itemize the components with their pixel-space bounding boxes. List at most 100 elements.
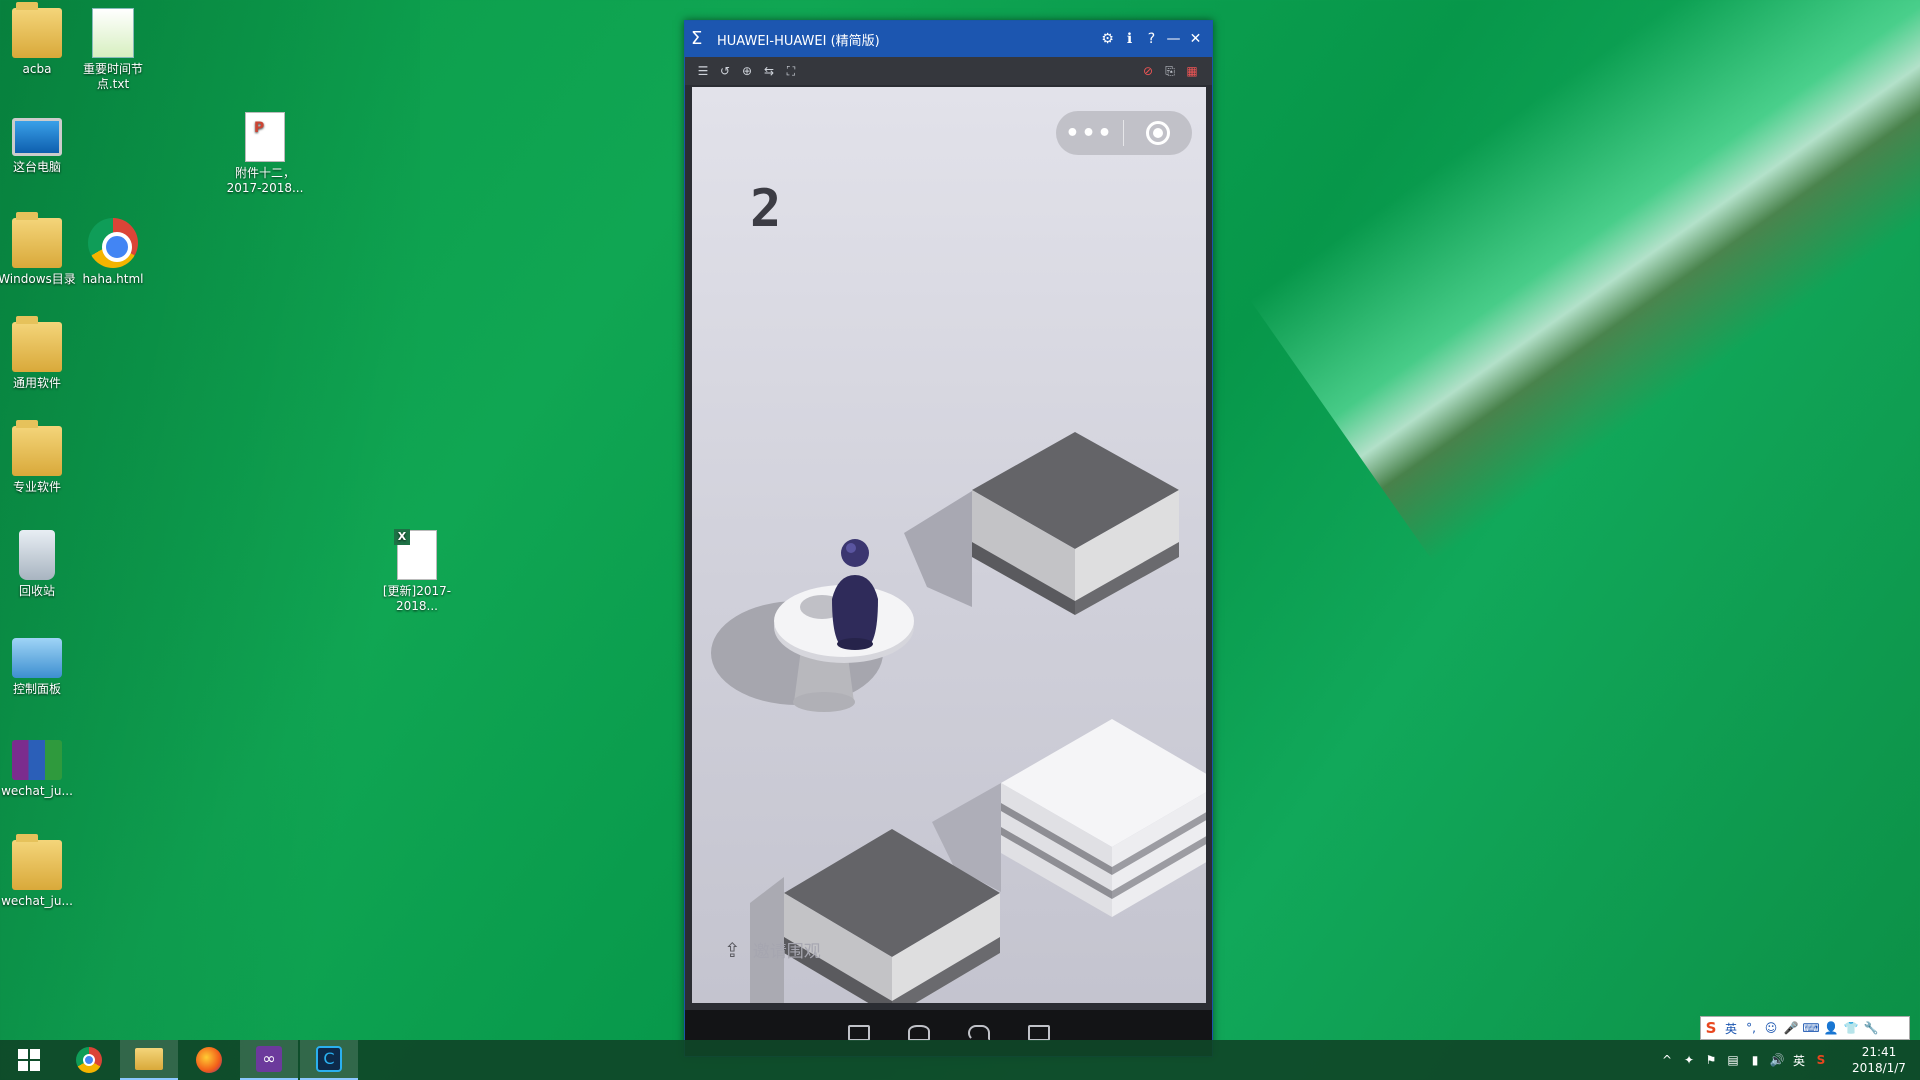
desktop-icon-control-panel[interactable]: 控制面板 [0,638,78,697]
desktop-icon-general-software[interactable]: 通用软件 [0,316,78,391]
emulator-window: Σ HUAWEI-HUAWEI (精简版) ⚙ ℹ ? — ✕ ☰ ↺ ⊕ ⇆ … [684,20,1213,1057]
volume-icon[interactable]: 🔊 [1766,1053,1788,1067]
recycle-bin-icon [19,530,55,580]
game-screen[interactable]: ••• 2 ⇪ 邀请围观 [692,87,1206,1003]
miniprogram-capsule: ••• [1056,111,1192,155]
desktop-icon-label: 重要时间节点.txt [82,62,143,91]
desktop-icon-notes[interactable]: 重要时间节点.txt [72,8,154,92]
desktop-icon-attachment[interactable]: 附件十二，2017-2018... [224,112,306,196]
clock-date: 2018/1/7 [1852,1061,1906,1075]
taskbar-firefox[interactable] [180,1040,238,1080]
platform-box-white [1001,719,1206,917]
control-panel-icon [12,638,62,678]
share-icon: ⇪ [724,937,741,962]
taskbar-emulator[interactable]: C [300,1040,358,1080]
keyboard-icon[interactable]: ⌨ [1801,1021,1821,1035]
spreadsheet-icon [394,529,437,580]
folder-icon [12,420,62,476]
text-file-icon [92,8,134,58]
ime-toolbar: S 英 °, ☺ 🎤 ⌨ 👤 👕 🔧 [1700,1016,1910,1040]
grid-icon[interactable]: ▦ [1182,61,1202,81]
ime-lang-toggle[interactable]: 英 [1721,1020,1741,1037]
desktop-icon-label: 通用软件 [12,376,61,390]
taskbar-file-explorer[interactable] [120,1040,178,1080]
folder-user-icon [12,2,62,58]
back-nav-icon[interactable] [967,1025,990,1041]
desktop-icon-acba[interactable]: acba [0,2,78,77]
zoom-icon[interactable]: ⊕ [737,61,757,81]
emoji-icon[interactable]: ☺ [1761,1021,1781,1035]
wrench-icon[interactable]: 🔧 [1861,1021,1881,1035]
desktop-icon-label: wechat_ju... [1,894,73,908]
flag-icon[interactable]: ⚑ [1700,1053,1722,1067]
sogou-tray-icon[interactable]: S [1810,1053,1832,1067]
emulator-logo-icon: Σ [691,28,703,49]
tray-expand-icon[interactable]: ^ [1656,1053,1678,1067]
rotate-icon[interactable]: ↺ [715,61,735,81]
terminal-icon: C [316,1046,342,1072]
archive-icon [12,740,62,780]
desktop-icon-label: acba [22,62,52,76]
desktop-icon-label: wechat_ju... [1,784,73,798]
more-button[interactable]: ••• [1056,121,1123,146]
record-off-icon[interactable]: ⊘ [1138,61,1158,81]
home-nav-icon[interactable] [907,1025,930,1041]
clock-time: 21:41 [1861,1045,1897,1059]
help-icon[interactable]: ? [1141,29,1162,50]
exit-button[interactable] [1124,121,1191,145]
skin-icon[interactable]: 👕 [1841,1021,1861,1035]
user-icon[interactable]: 👤 [1821,1021,1841,1035]
close-button[interactable]: ✕ [1185,29,1206,50]
desktop-icon-label: haha.html [82,272,144,286]
system-tray: ^ ✦ ⚑ ▤ ▮ 🔊 英 S 21:41 2018/1/7 [1656,1040,1920,1080]
battery-icon[interactable]: ▤ [1722,1053,1744,1067]
bluetooth-icon[interactable]: ✦ [1678,1053,1700,1067]
copy-icon[interactable]: ⎘ [1160,61,1180,81]
desktop-icon-haha-html[interactable]: haha.html [72,218,154,287]
pdf-file-icon [245,112,285,162]
game-score: 2 [750,179,782,239]
menu-icon[interactable]: ☰ [693,61,713,81]
desktop-icon-recycle-bin[interactable]: 回收站 [0,530,78,599]
invite-watch-label: 邀请围观 [752,942,821,962]
desktop-icon-label: 专业软件 [12,480,61,494]
firefox-icon [196,1047,222,1073]
punctuation-icon[interactable]: °, [1741,1021,1761,1035]
input-language-icon[interactable]: 英 [1788,1052,1810,1069]
emulator-toolbar: ☰ ↺ ⊕ ⇆ ⛶ ⊘ ⎘ ▦ [685,57,1212,85]
taskbar: ∞ C ^ ✦ ⚑ ▤ ▮ 🔊 英 S 21:41 2018/1/7 [0,1040,1920,1080]
desktop-icon-windows-folder[interactable]: Windows目录 [0,212,78,287]
desktop-icon-label: 回收站 [18,584,55,598]
start-button[interactable] [0,1040,58,1080]
desktop-icon-this-pc[interactable]: 这台电脑 [0,118,78,175]
desktop-icon-label: [更新]2017-2018... [382,584,452,613]
menu-nav-icon[interactable] [847,1025,870,1041]
recents-nav-icon[interactable] [1027,1025,1050,1041]
taskbar-chrome[interactable] [60,1040,118,1080]
minimize-button[interactable]: — [1163,29,1184,50]
emulator-title-bar[interactable]: Σ HUAWEI-HUAWEI (精简版) ⚙ ℹ ? — ✕ [685,21,1212,57]
microphone-icon[interactable]: 🎤 [1781,1021,1801,1035]
target-icon [1145,121,1170,145]
desktop-icon-wechat-folder[interactable]: wechat_ju... [0,834,78,909]
settings-icon[interactable]: ⚙ [1097,29,1118,50]
desktop-icon-label: Windows目录 [0,272,76,286]
folder-icon [12,834,62,890]
desktop-icon-spreadsheet[interactable]: [更新]2017-2018... [376,529,458,614]
desktop-icon-wechat-archive[interactable]: wechat_ju... [0,740,78,799]
desktop-icon-label: 这台电脑 [12,160,61,174]
fullscreen-icon[interactable]: ⛶ [781,61,801,81]
folder-icon [12,316,62,372]
invite-watch-button[interactable]: ⇪ 邀请围观 [724,937,821,963]
network-icon[interactable]: ▮ [1744,1053,1766,1067]
sogou-icon[interactable]: S [1701,1019,1721,1037]
taskbar-visual-studio[interactable]: ∞ [240,1040,298,1080]
sync-icon[interactable]: ⇆ [759,61,779,81]
desktop-icon-label: 控制面板 [12,682,61,696]
chrome-icon [76,1047,102,1073]
clock[interactable]: 21:41 2018/1/7 [1838,1044,1920,1076]
wallpaper-streak [1250,0,1920,563]
info-icon[interactable]: ℹ [1119,29,1140,50]
desktop-icon-pro-software[interactable]: 专业软件 [0,420,78,495]
box-shadow [904,491,972,607]
